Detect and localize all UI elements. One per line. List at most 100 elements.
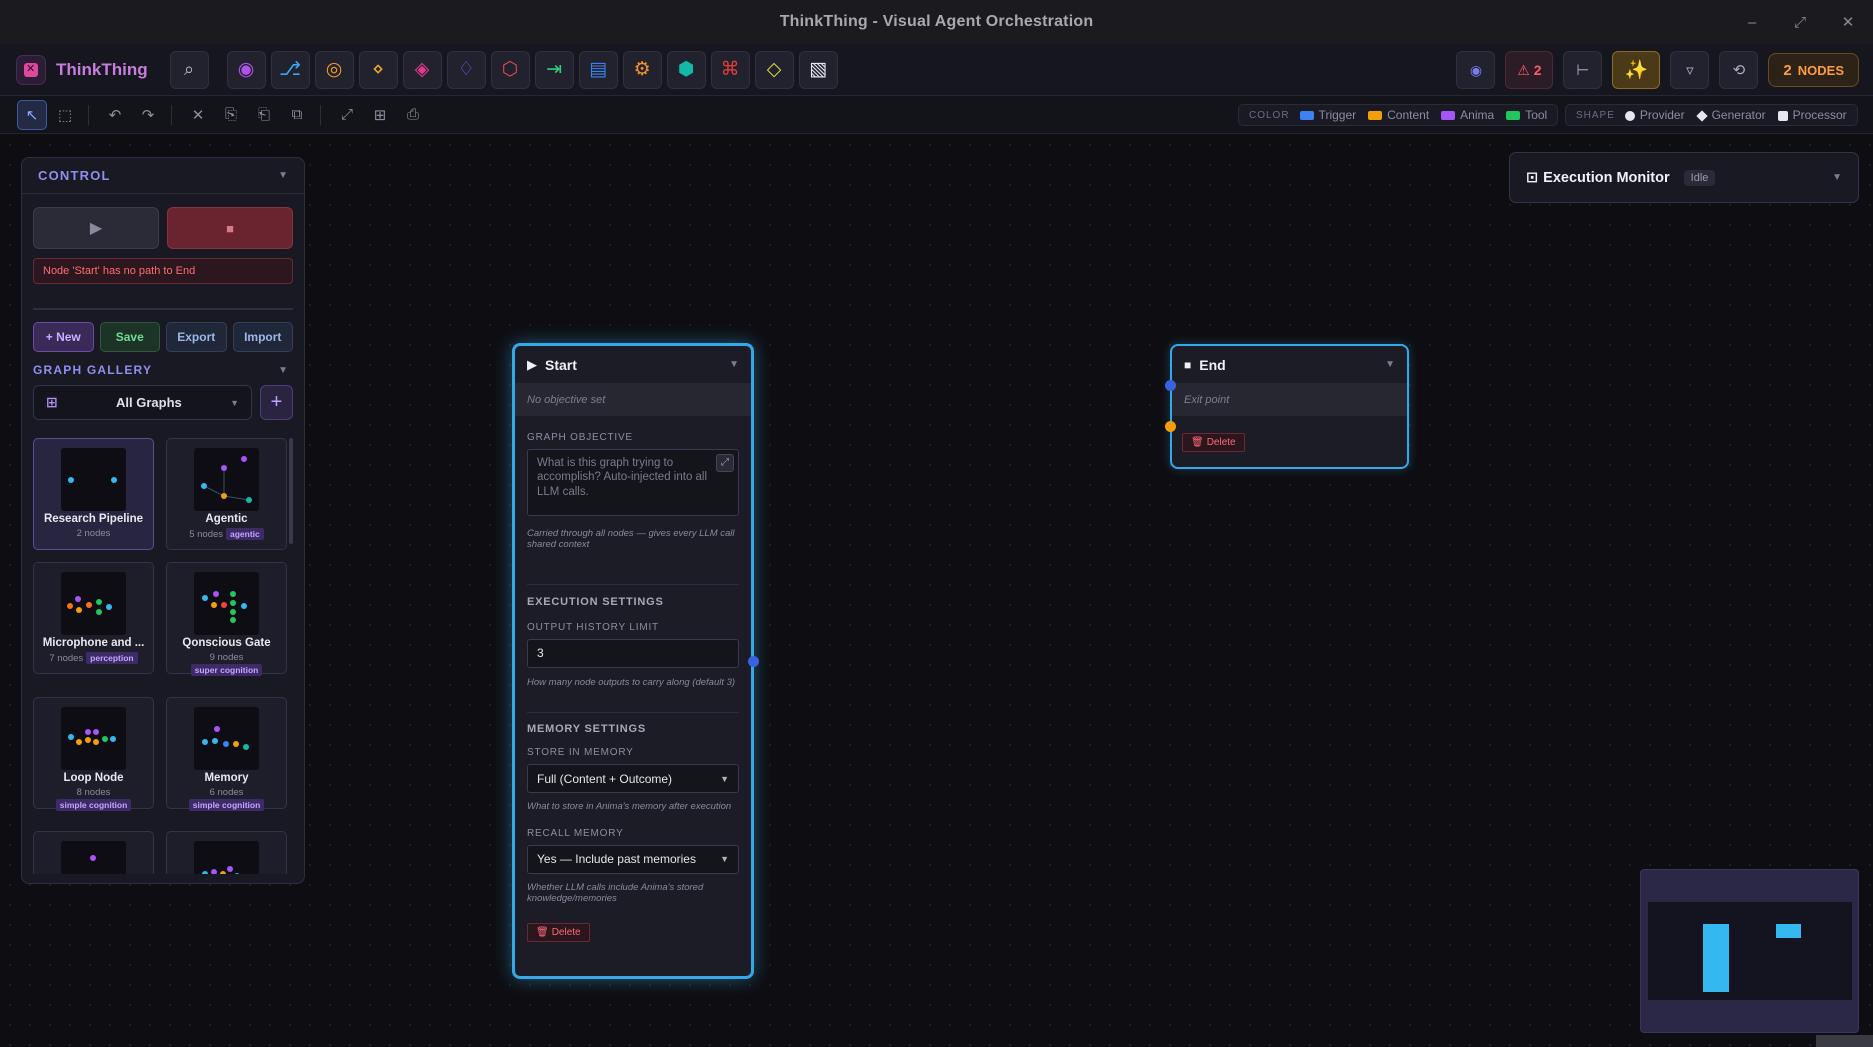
chevron-down-icon[interactable]: ▼ [1832, 172, 1842, 183]
square-icon [1777, 110, 1788, 121]
end-node[interactable]: ■ End ▼ Exit point 🗑 Delete [1165, 344, 1409, 469]
error-count-button[interactable]: ⚠ 2 [1505, 51, 1554, 89]
maximize-icon[interactable]: ⤢ [1793, 14, 1807, 31]
chevron-down-icon[interactable]: ▼ [278, 365, 288, 376]
screenshot-button[interactable]: ⎙ [398, 100, 428, 130]
gallery-card[interactable] [166, 831, 287, 874]
execution-section-title: EXECUTION SETTINGS [527, 595, 664, 608]
history-limit-input[interactable]: 3 [527, 638, 739, 668]
fit-view-button[interactable]: ⤢ [332, 100, 362, 130]
gallery-card[interactable]: Qonscious Gate 9 nodes super cognition [166, 562, 287, 676]
delete-node-button[interactable]: 🗑 Delete [527, 923, 590, 943]
gallery-card[interactable] [33, 831, 154, 874]
history-button[interactable]: ⟲ [1719, 51, 1759, 89]
paste-button[interactable]: ⎗ [249, 100, 279, 130]
marquee-tool-button[interactable]: ⬚ [50, 100, 80, 130]
node-tool-button[interactable]: ◎ [314, 50, 354, 89]
grid-button[interactable]: ⊞ [365, 100, 395, 130]
new-graph-button[interactable]: + New [33, 322, 94, 352]
objective-textarea[interactable]: What is this graph trying to accomplish?… [527, 449, 739, 516]
node-tool-button[interactable]: ◇ [754, 50, 794, 89]
gallery-scrollbar[interactable] [289, 438, 293, 544]
run-button[interactable]: ▶ [33, 207, 159, 249]
gallery-card[interactable]: Microphone and ... 7 nodes perception [33, 562, 154, 674]
control-panel-header[interactable]: CONTROL ▼ [22, 158, 304, 194]
graph-category-value: All Graphs [116, 395, 182, 410]
store-memory-select[interactable]: Full (Content + Outcome) ▼ [527, 764, 739, 794]
chevron-down-icon[interactable]: ▼ [1385, 359, 1395, 370]
node-tool-button[interactable]: ▧ [798, 50, 838, 89]
marquee-tool-icon: ⬚ [57, 106, 73, 124]
node-count-badge[interactable]: 2 NODES [1768, 53, 1859, 87]
node-tool-button[interactable]: ◉ [226, 50, 266, 89]
chevron-down-icon[interactable]: ▼ [729, 359, 739, 370]
filter-button[interactable]: ▿ [1670, 51, 1710, 89]
close-icon[interactable]: ✕ [1841, 13, 1855, 31]
gallery-card[interactable]: Loop Node 8 nodes simple cognition [33, 697, 154, 811]
output-port[interactable] [748, 656, 759, 667]
input-port[interactable] [1165, 380, 1176, 391]
view-toggle-button[interactable]: ◉ [1456, 51, 1496, 89]
control-panel: CONTROL ▼ ▶ ■ Node 'Start' has no path t… [21, 157, 305, 884]
gallery-card[interactable]: Agentic 5 nodes agentic [166, 438, 287, 550]
chevron-down-icon[interactable]: ▼ [278, 170, 288, 181]
end-node-header[interactable]: ■ End ▼ [1172, 346, 1407, 383]
expand-icon[interactable]: ⤢ [716, 454, 734, 472]
card-meta: 2 nodes [34, 528, 153, 539]
selection-tools: ↖ ⬚ [14, 99, 80, 130]
objective-label: GRAPH OBJECTIVE [527, 432, 633, 443]
node-tool-button[interactable]: ▤ [578, 50, 618, 89]
duplicate-button[interactable]: ⧉ [282, 100, 312, 130]
minimap-viewport [1648, 902, 1852, 1000]
execution-status-badge: Idle [1683, 169, 1716, 186]
undo-button[interactable]: ↶ [100, 100, 130, 130]
start-node-header[interactable]: ▶ Start ▼ [515, 346, 751, 383]
node-tool-button[interactable]: ⌘ [710, 50, 750, 89]
graph-gallery-header[interactable]: GRAPH GALLERY ▼ [33, 363, 288, 377]
node-tool-button[interactable]: ⇥ [534, 50, 574, 89]
end-node-subtitle: Exit point [1172, 383, 1407, 416]
content-input-port[interactable] [1165, 421, 1176, 432]
legend-swatch [1441, 111, 1456, 121]
node-tool-button[interactable]: ⋄ [358, 50, 398, 89]
node-tool-button[interactable]: ⚙ [622, 50, 662, 89]
shape-legend-title: SHAPE [1576, 109, 1615, 121]
card-title: Memory [204, 772, 249, 784]
legend-swatch [1299, 111, 1314, 121]
layout-button[interactable]: ⊢ [1563, 51, 1603, 89]
start-node[interactable]: ▶ Start ▼ No objective set GRAPH OBJECTI… [512, 343, 759, 979]
node-tool-button[interactable]: ♢ [446, 50, 486, 89]
import-button[interactable]: Import [232, 322, 293, 352]
ai-assist-button[interactable]: ✨ [1612, 51, 1661, 89]
legend-item: Anima [1441, 108, 1494, 122]
node-tool-button[interactable]: ⬡ [490, 50, 530, 89]
paste-icon: ⎗ [257, 106, 270, 123]
minimap[interactable] [1640, 869, 1859, 1033]
save-button[interactable]: Save [99, 322, 160, 352]
gallery-card[interactable]: Research Pipeline 2 nodes [33, 438, 154, 550]
node-tool-button[interactable]: ⬢ [666, 50, 706, 89]
execution-monitor[interactable]: ⊡ Execution Monitor Idle ▼ [1509, 152, 1859, 203]
node-tool-button[interactable]: ◈ [402, 50, 442, 89]
copy-button[interactable]: ⎘ [216, 100, 246, 130]
card-meta: 5 nodes agentic [167, 528, 286, 540]
export-button[interactable]: Export [166, 322, 227, 352]
delete-node-button[interactable]: 🗑 Delete [1182, 433, 1245, 452]
node-tool-button[interactable]: ⎇ [270, 50, 310, 89]
select-tool-button[interactable]: ↖ [17, 99, 47, 130]
anima-node-icon: ◉ [237, 59, 255, 80]
diamond-outline-icon: ♢ [457, 59, 475, 80]
add-graph-button[interactable]: + [260, 385, 293, 420]
search-button[interactable]: ⌕ [169, 50, 209, 89]
redo-button[interactable]: ↷ [133, 100, 163, 130]
gallery-card[interactable]: Memory 6 nodes simple cognition [166, 697, 287, 811]
node-count: 2 [1783, 61, 1792, 79]
recall-memory-select[interactable]: Yes — Include past memories ▼ [527, 844, 739, 874]
condition-node-icon: ◇ [766, 59, 782, 80]
minimize-icon[interactable]: – [1745, 14, 1759, 31]
delete-button[interactable]: ✕ [183, 100, 213, 130]
stop-button[interactable]: ■ [167, 207, 293, 249]
undo-icon: ↶ [108, 106, 122, 124]
graph-category-select[interactable]: ⊞ All Graphs ▼ [33, 385, 252, 420]
memory-section-title: MEMORY SETTINGS [527, 723, 646, 736]
